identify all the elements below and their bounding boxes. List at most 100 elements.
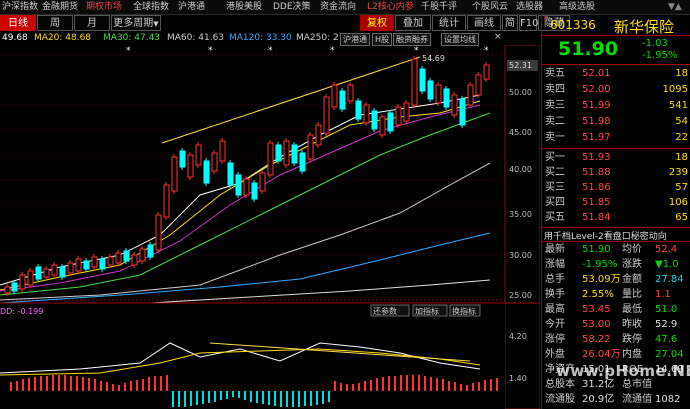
tool-button[interactable]: 画线 <box>467 15 501 31</box>
indicator-bar <box>58 375 60 391</box>
indicator-button[interactable]: 加指标 <box>412 304 448 317</box>
order-book-label: 卖一 <box>545 132 565 143</box>
indicator-bar <box>262 391 264 404</box>
candle-body <box>235 174 242 196</box>
indicator-button[interactable]: 换指标 <box>449 304 481 317</box>
indicator-bar <box>184 391 186 407</box>
order-book-label: 买四 <box>545 197 565 208</box>
nav-item[interactable]: 高级选股 <box>559 0 595 14</box>
stat-label: 最高 <box>545 304 565 315</box>
stat-value: 51.0 <box>655 304 678 315</box>
order-book-label: 买一 <box>545 152 565 163</box>
price-axis-label: 25.00 <box>509 291 532 300</box>
tool-button[interactable]: 复权 <box>360 15 394 31</box>
order-book-price: 52.01 <box>582 68 611 79</box>
indicator-bar <box>364 381 366 391</box>
quote-panel: R 601336 新华保险 51.90 -1.03 -1.95% 卖五 52.01 18 卖四 52… <box>541 15 690 409</box>
nav-item[interactable]: L2核心内参 <box>367 0 414 14</box>
indicator-bar <box>124 383 126 391</box>
price-axis-label: 30.00 <box>509 251 532 260</box>
price-axis-label: 40.00 <box>509 165 532 174</box>
candle-body <box>283 140 290 166</box>
candle-body <box>403 102 410 122</box>
order-book-row: 买五 51.84 65 <box>542 211 690 225</box>
nav-item[interactable]: DDE决策 <box>273 0 311 14</box>
candle-body <box>467 84 474 106</box>
svg-text:还参数: 还参数 <box>373 306 397 316</box>
peak-price-label: 54.69 <box>422 54 445 63</box>
kline-chart[interactable]: 52.31 50.00 45.00 40.00 35.00 30.00 25.00 54.69… <box>0 45 540 409</box>
last-price: 51.90 <box>558 38 619 60</box>
stat-label: 最新 <box>545 244 565 255</box>
indicator-bar <box>292 391 294 407</box>
candle-body <box>331 84 338 108</box>
indicator-button[interactable]: 还参数 <box>370 304 410 317</box>
nav-item[interactable]: 资金流向 <box>320 0 356 14</box>
signal-star-icon: * <box>414 46 419 56</box>
stat-value: 20.9亿 <box>582 394 615 405</box>
candle-body <box>75 258 82 272</box>
stat-label: 最低 <box>622 304 642 315</box>
stat-label: 内盘 <box>622 349 642 360</box>
order-book-volume: 22 <box>675 132 688 143</box>
indicator-bar <box>436 378 438 391</box>
indicator-bar <box>28 378 30 391</box>
nav-item[interactable]: 沪港通 <box>178 0 205 14</box>
signal-star-icon: * <box>268 46 273 56</box>
close-icon[interactable]: × <box>494 32 502 42</box>
separator <box>542 64 690 65</box>
stat-value: 52.4 <box>655 244 678 255</box>
candle-body <box>299 152 306 172</box>
candle-body <box>171 156 178 192</box>
nav-scroll-arrows[interactable]: ▼▲ <box>668 0 682 14</box>
stat-value: 27.04 <box>655 349 684 360</box>
order-book-row: 卖二 51.98 54 <box>542 115 690 129</box>
candle-body <box>91 256 98 268</box>
indicator-bar <box>166 375 168 391</box>
indicator-bar <box>94 379 96 391</box>
nav-item[interactable]: 沪深指数 <box>2 0 38 14</box>
price-axis-label: 50.00 <box>509 88 532 97</box>
signal-star-icon: * <box>330 46 335 56</box>
candle-body <box>243 178 250 196</box>
indicator-bar <box>442 379 444 391</box>
order-book-label: 卖五 <box>545 68 565 79</box>
period-button-label: 月 <box>87 18 97 29</box>
stat-label: 总股本 <box>545 379 575 390</box>
nav-item[interactable]: 个股风云 <box>472 0 508 14</box>
tool-button[interactable]: 简 <box>502 15 518 31</box>
order-book-row: 卖四 52.00 1095 <box>542 83 690 97</box>
indicator-bar <box>322 391 324 404</box>
stock-code: 601336 <box>550 18 596 32</box>
tool-button[interactable]: 叠加 <box>395 15 431 31</box>
order-book-row: 卖五 52.01 18 <box>542 67 690 81</box>
nav-item[interactable]: 全球指数 <box>133 0 169 14</box>
nav-item[interactable]: 港股美股 <box>226 0 262 14</box>
period-button[interactable]: 周 <box>37 15 73 31</box>
candle-body <box>411 58 418 106</box>
tool-button[interactable]: F10 <box>519 15 538 31</box>
indicator-panel <box>0 303 505 409</box>
stat-label: 换手 <box>545 289 565 300</box>
nav-item[interactable]: 选股器 <box>516 0 543 14</box>
period-button[interactable]: 更多周期▼ <box>111 15 161 31</box>
candle-body <box>347 84 354 102</box>
nav-item[interactable]: 期权市场 <box>86 0 122 14</box>
period-button[interactable]: 月 <box>74 15 110 31</box>
candle-body <box>203 160 210 184</box>
stat-label: 总手 <box>545 274 565 285</box>
nav-item[interactable]: 金融期货 <box>42 0 78 14</box>
candle-body <box>179 150 186 168</box>
candle-body <box>355 100 362 120</box>
indicator-bar <box>376 378 378 391</box>
nav-item[interactable]: 千股千评 <box>421 0 457 14</box>
stat-value: 26.04万 <box>582 349 621 360</box>
order-book-volume: 65 <box>675 212 688 223</box>
candle-body <box>51 264 58 276</box>
candle-body <box>155 214 162 251</box>
period-button[interactable]: 日线 <box>0 15 36 31</box>
tool-button[interactable]: 统计 <box>432 15 466 31</box>
stat-value: 47.6 <box>655 334 678 345</box>
price-axis-label: 45.00 <box>509 128 532 137</box>
order-book-row: 卖一 51.97 22 <box>542 131 690 145</box>
